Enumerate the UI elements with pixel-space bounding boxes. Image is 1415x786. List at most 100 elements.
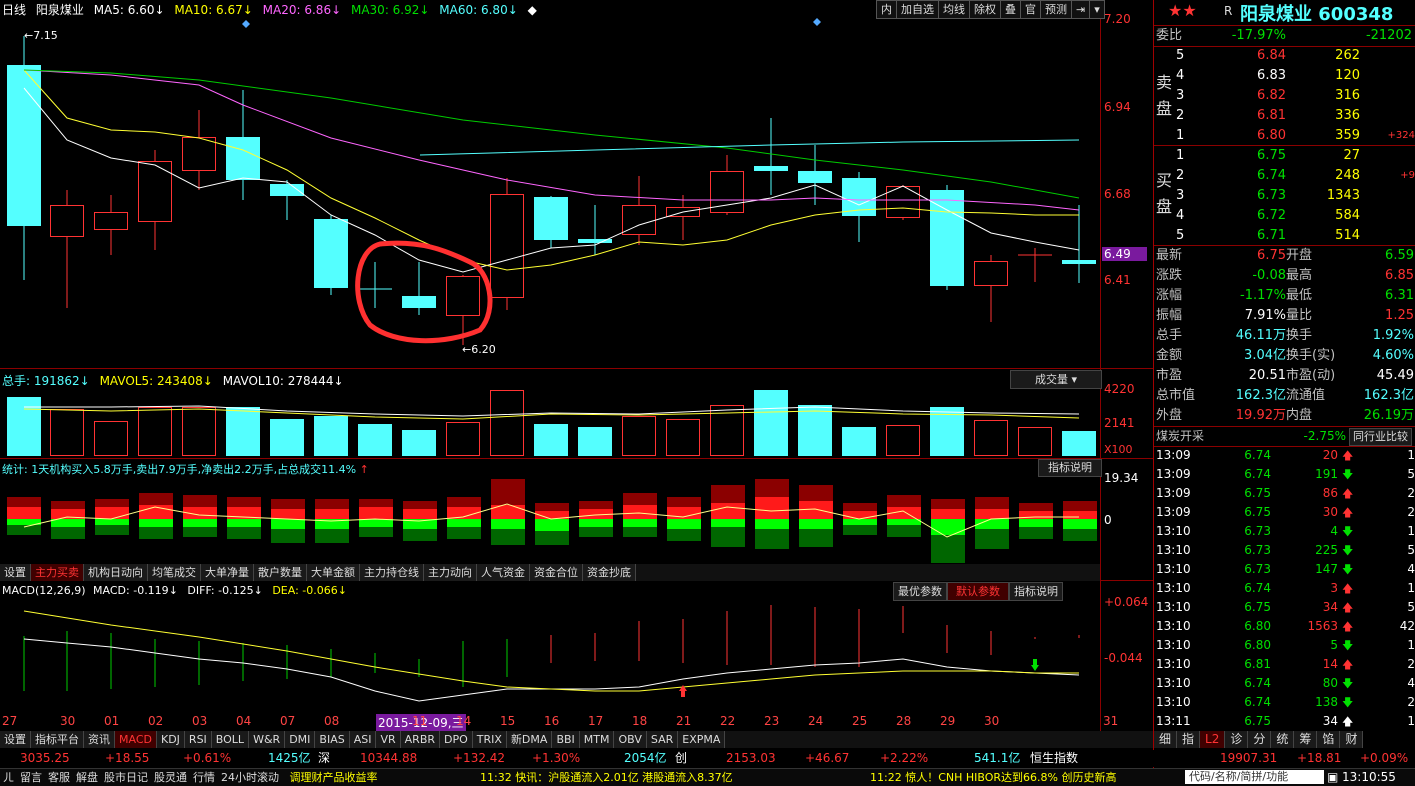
tab-fund-pos[interactable]: 资金合位 [530, 564, 583, 581]
bid-row[interactable]: 4 6.72 584 [1156, 206, 1415, 226]
gulingtong-btn[interactable]: 股灵通 [151, 769, 190, 786]
panel-tab-5[interactable]: 统 [1271, 731, 1295, 748]
indicator-tab-12[interactable]: ARBR [400, 731, 441, 748]
tab-settings[interactable]: 设置 [0, 564, 31, 581]
panel-tab-4[interactable]: 分 [1248, 731, 1272, 748]
candle-11 [446, 276, 480, 316]
tick-arrow-icon: 🡅 [1342, 601, 1354, 614]
scroll-btn[interactable]: 24小时滚动 [218, 769, 282, 786]
price-axis-top: 7.20 [1104, 12, 1131, 26]
indicator-tab-18[interactable]: OBV [614, 731, 647, 748]
news-item-1[interactable]: 调理财产品收益率 [290, 771, 378, 784]
indicator-tab-14[interactable]: TRIX [472, 731, 507, 748]
indicator-tab-5[interactable]: RSI [184, 731, 212, 748]
macd-axis-mid: -0.044 [1104, 651, 1143, 665]
date-tick: 30 [60, 714, 76, 728]
indicator-tab-7[interactable]: W&R [249, 731, 286, 748]
indicator-tab-10[interactable]: ASI [349, 731, 377, 748]
fund-flow-chart[interactable] [0, 459, 1100, 564]
candle-8 [314, 219, 348, 288]
tick-row: 13:09 6.75 30 🡅 2 [1156, 503, 1415, 522]
indicator-tab-17[interactable]: MTM [579, 731, 615, 748]
fund-tabs: 设置 主力买卖 机构日动向 均笔成交 大单净量 散户数量 大单金额 主力持仓线 主力动向 人气资金… [0, 564, 1100, 581]
current-price-tag: 6.49 [1102, 247, 1147, 261]
tab-retail[interactable]: 散户数量 [254, 564, 307, 581]
indicator-tab-6[interactable]: BOLL [211, 731, 250, 748]
date-tick: 03 [192, 714, 208, 728]
ma60-line [419, 139, 1080, 156]
macd-axis-top: +0.064 [1104, 595, 1149, 609]
ask-row[interactable]: 2 6.81 336 [1156, 106, 1415, 126]
tab-main-trade[interactable]: 主力买卖 [31, 564, 84, 581]
service-btn[interactable]: 客服 [45, 769, 73, 786]
bid-row[interactable]: 1 6.75 27 [1156, 146, 1415, 166]
macd-chart[interactable] [0, 581, 1100, 711]
indicator-tab-4[interactable]: KDJ [156, 731, 185, 748]
sh-index[interactable]: 3035.25 [20, 750, 70, 767]
indicator-tab-16[interactable]: BBI [552, 731, 580, 748]
sz-index[interactable]: 10344.88 [360, 750, 417, 767]
tab-main-move[interactable]: 主力动向 [424, 564, 477, 581]
tab-big-amt[interactable]: 大单金额 [307, 564, 360, 581]
panel-tab-0[interactable]: 细 [1154, 731, 1178, 748]
bid-row[interactable]: 2 6.74 248 +9 [1156, 166, 1415, 186]
news-item-3[interactable]: 11:22 惊人！CNH HIBOR达到66.8% 创历史新高 [870, 769, 1116, 786]
candle-12 [490, 194, 524, 298]
panel-tab-2[interactable]: L2 [1200, 731, 1226, 748]
indicator-tab-3[interactable]: MACD [115, 731, 157, 748]
indicator-tab-2[interactable]: 资讯 [84, 731, 115, 748]
panel-tab-3[interactable]: 诊 [1225, 731, 1249, 748]
menu-icon[interactable]: ㄦ [0, 769, 17, 786]
panel-tab-6[interactable]: 筹 [1294, 731, 1318, 748]
panel-tab-7[interactable]: 馅 [1317, 731, 1341, 748]
panel-tabs: 细指 L2 诊分统筹馅财 [1154, 731, 1415, 748]
indicator-tab-1[interactable]: 指标平台 [31, 731, 84, 748]
candlestick-chart[interactable] [0, 0, 1100, 368]
tick-row: 13:10 6.74 3 🡅 1 [1156, 579, 1415, 598]
event-marker-2 [813, 18, 821, 26]
candle-7 [270, 184, 304, 196]
msg-btn[interactable]: 留言 [17, 769, 45, 786]
star-icon: ★★ [1168, 1, 1197, 20]
indicator-tab-19[interactable]: SAR [646, 731, 679, 748]
tab-holding[interactable]: 主力持仓线 [360, 564, 424, 581]
analysis-btn[interactable]: 解盘 [73, 769, 101, 786]
bid-row[interactable]: 5 6.71 514 [1156, 226, 1415, 246]
ask-row[interactable]: 3 6.82 316 [1156, 86, 1415, 106]
cy-index[interactable]: 2153.03 [726, 750, 776, 767]
indicator-tab-20[interactable]: EXPMA [678, 731, 726, 748]
date-tick: 04 [236, 714, 252, 728]
bid-row[interactable]: 3 6.73 1343 [1156, 186, 1415, 206]
tab-avg[interactable]: 均笔成交 [148, 564, 201, 581]
ask-row[interactable]: 4 6.83 120 [1156, 66, 1415, 86]
indicator-tab-9[interactable]: BIAS [315, 731, 350, 748]
hsi-label[interactable]: 恒生指数 [1030, 750, 1078, 767]
tick-arrow-icon: 🡇 [1342, 544, 1354, 557]
tab-bottom[interactable]: 资金抄底 [583, 564, 636, 581]
tab-inst[interactable]: 机构日动向 [84, 564, 148, 581]
news-item-2[interactable]: 11:32 快讯：沪股通流入2.01亿 港股通流入8.37亿 [480, 769, 733, 786]
quote-btn[interactable]: 行情 [190, 769, 218, 786]
quote-stat-row: 振幅 7.91% 量比 1.25 [1156, 308, 1414, 323]
quote-stat-row: 总手 46.11万 换手 1.92% [1156, 328, 1414, 343]
indicator-tab-0[interactable]: 设置 [0, 731, 31, 748]
diary-btn[interactable]: 股市日记 [101, 769, 151, 786]
indicator-tab-15[interactable]: 新DMA [506, 731, 553, 748]
panel-tab-1[interactable]: 指 [1177, 731, 1201, 748]
tick-arrow-icon: 🡇 [1342, 677, 1354, 690]
stock-title: 阳泉煤业 600348 [1240, 4, 1394, 25]
panel-tab-8[interactable]: 财 [1340, 731, 1364, 748]
tab-big-net[interactable]: 大单净量 [201, 564, 254, 581]
candle-22 [930, 190, 964, 286]
indicator-tab-11[interactable]: VR [376, 731, 401, 748]
sector-row: 煤炭开采 -2.75% 同行业比较 [1156, 426, 1415, 446]
search-input[interactable]: 代码/名称/简拼/功能 [1185, 770, 1324, 784]
tab-pop[interactable]: 人气资金 [477, 564, 530, 581]
ask-row[interactable]: 5 6.84 262 [1156, 46, 1415, 66]
volume-chart[interactable] [0, 369, 1100, 458]
compare-button[interactable]: 同行业比较 [1349, 428, 1412, 446]
ask-row[interactable]: 1 6.80 359 +324 [1156, 126, 1415, 146]
indicator-tab-13[interactable]: DPO [440, 731, 473, 748]
indicator-tab-8[interactable]: DMI [285, 731, 316, 748]
index-bar: 3035.25 +18.55 +0.61% 1425亿 深 10344.88 +… [0, 750, 1415, 767]
